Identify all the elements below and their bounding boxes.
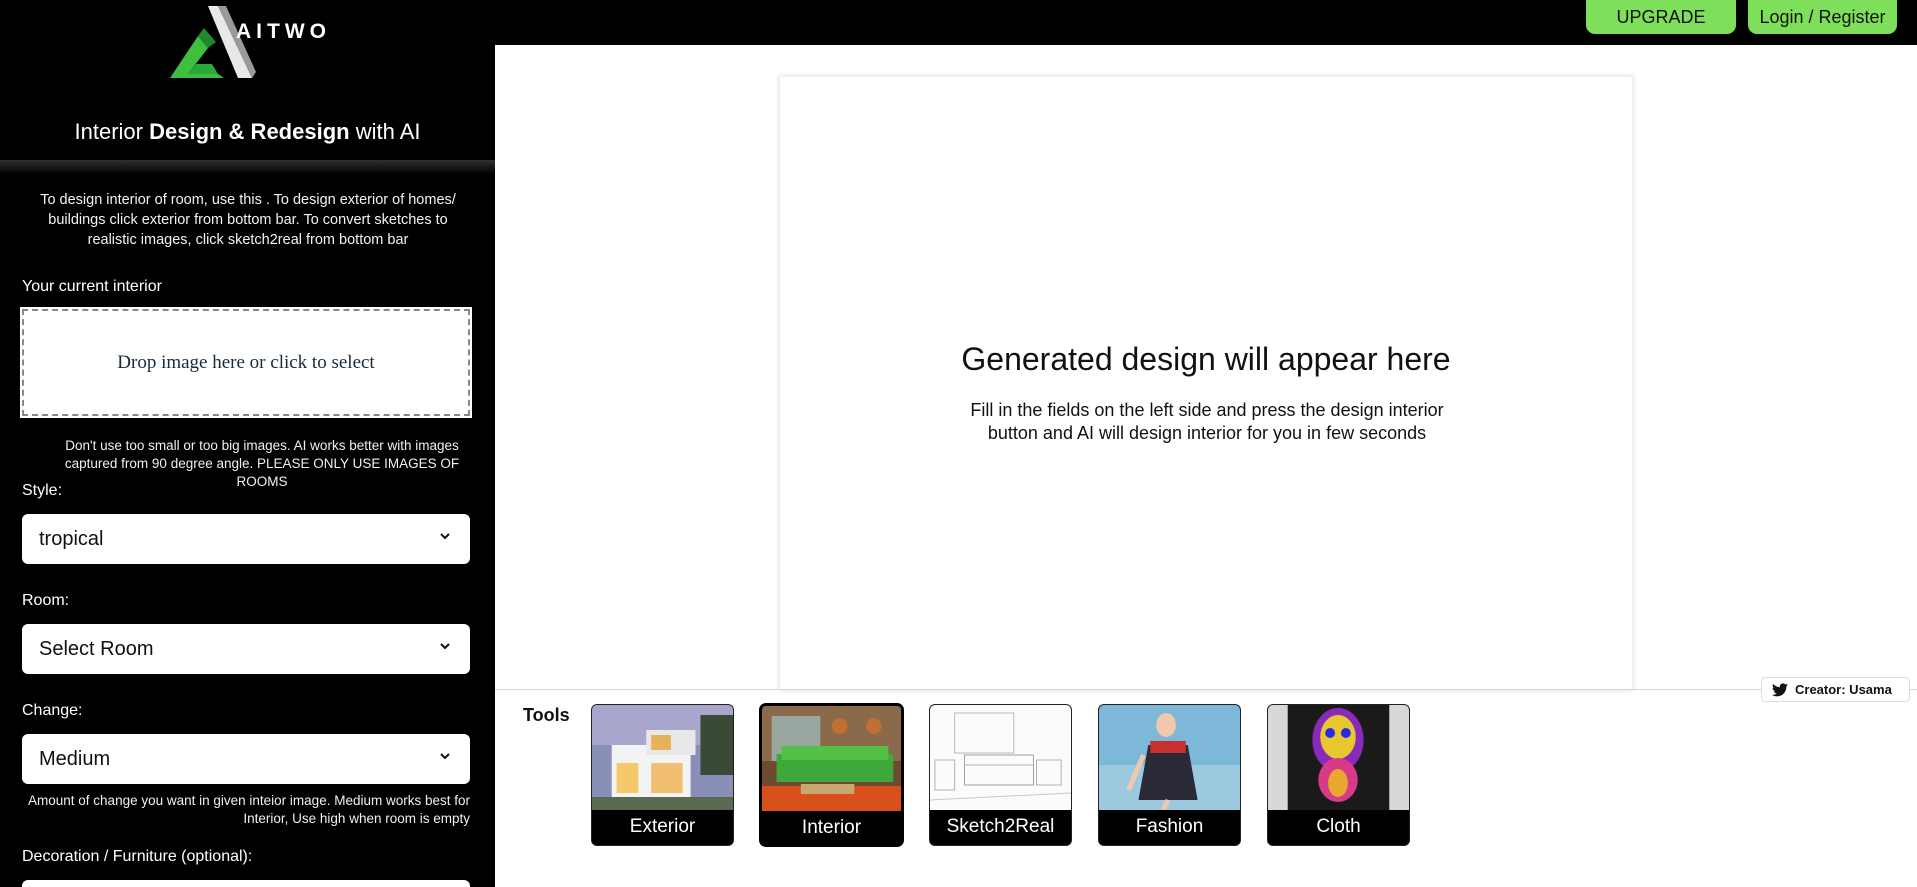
page-title: Interior Design & Redesign with AI bbox=[0, 119, 495, 145]
login-register-button[interactable]: Login / Register bbox=[1748, 0, 1897, 34]
intro-text: To design interior of room, use this . T… bbox=[40, 192, 456, 248]
creator-link[interactable]: Creator: Usama bbox=[1761, 677, 1910, 702]
placeholder-title: Generated design will appear here bbox=[961, 341, 1451, 377]
upload-hint: Don't use too small or too big images. A… bbox=[64, 438, 460, 489]
tool-fashion[interactable]: Fashion bbox=[1098, 704, 1241, 846]
decoration-input[interactable] bbox=[22, 880, 470, 887]
chevron-down-icon bbox=[440, 753, 450, 760]
tool-label: Interior bbox=[762, 811, 901, 844]
upload-label: Your current interior bbox=[22, 278, 162, 295]
tool-label: Sketch2Real bbox=[930, 810, 1071, 845]
cloth-thumbnail bbox=[1268, 705, 1409, 810]
dropzone-text: Drop image here or click to select bbox=[117, 351, 375, 373]
chevron-down-icon bbox=[440, 643, 450, 650]
change-select-value: Medium bbox=[39, 747, 111, 770]
tool-label: Fashion bbox=[1099, 810, 1240, 845]
tool-label: Cloth bbox=[1268, 810, 1409, 845]
interior-thumbnail bbox=[762, 706, 901, 811]
creator-label: Creator: Usama bbox=[1795, 682, 1892, 697]
title-bold: Design & Redesign bbox=[149, 119, 350, 144]
fashion-thumbnail bbox=[1099, 705, 1240, 810]
tool-interior[interactable]: Interior bbox=[760, 704, 903, 846]
tool-sketch2real[interactable]: Sketch2Real bbox=[929, 704, 1072, 846]
logo-text: AITWO bbox=[236, 20, 331, 43]
tools-divider bbox=[495, 689, 1917, 690]
result-canvas: Generated design will appear here Fill i… bbox=[779, 76, 1633, 690]
style-label: Style: bbox=[22, 482, 63, 499]
style-select-value: tropical bbox=[39, 527, 104, 550]
tools-label: Tools bbox=[523, 705, 570, 725]
tool-exterior[interactable]: Exterior bbox=[591, 704, 734, 846]
sidebar: AITWO Interior Design & Redesign with AI… bbox=[0, 0, 495, 887]
upgrade-button[interactable]: UPGRADE bbox=[1586, 0, 1736, 34]
tool-cloth[interactable]: Cloth bbox=[1267, 704, 1410, 846]
exterior-thumbnail bbox=[592, 705, 733, 810]
twitter-icon bbox=[1772, 682, 1788, 696]
sketch-thumbnail bbox=[930, 705, 1071, 810]
decoration-label: Decoration / Furniture (optional): bbox=[22, 848, 253, 865]
placeholder-description: Fill in the fields on the left side and … bbox=[970, 400, 1444, 443]
chevron-down-icon bbox=[440, 533, 450, 540]
room-label: Room: bbox=[22, 592, 70, 609]
change-select[interactable]: Medium bbox=[22, 734, 470, 784]
title-prefix: Interior bbox=[74, 119, 150, 144]
tool-label: Exterior bbox=[592, 810, 733, 845]
title-divider bbox=[0, 160, 495, 174]
title-suffix: with AI bbox=[349, 119, 421, 144]
change-label: Change: bbox=[22, 702, 83, 719]
room-select-value: Select Room bbox=[39, 637, 154, 660]
image-dropzone[interactable]: Drop image here or click to select bbox=[20, 307, 472, 418]
change-hint: Amount of change you want in given intei… bbox=[28, 793, 470, 826]
room-select[interactable]: Select Room bbox=[22, 624, 470, 674]
style-select[interactable]: tropical bbox=[22, 514, 470, 564]
